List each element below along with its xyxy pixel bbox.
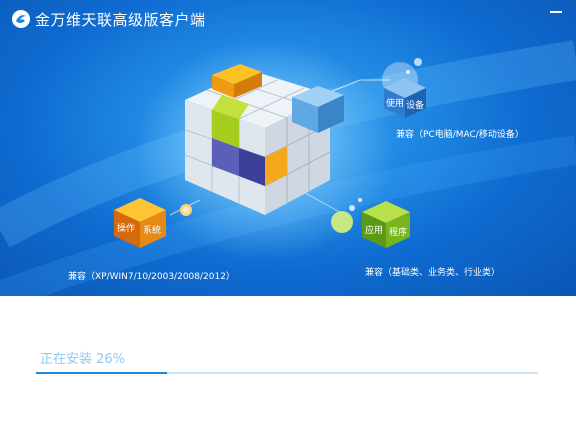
- install-progress-fill: [36, 372, 167, 374]
- app-logo-icon: [12, 10, 30, 28]
- banner: 使用 设备 操作 系统 应用 程序 兼容（PC电脑/MAC/移动设备） 兼容（X…: [0, 0, 576, 296]
- application-cube-label-app: 应用: [365, 224, 383, 236]
- device-cube-label-device: 设备: [406, 99, 424, 111]
- device-cube-label-use: 使用: [386, 97, 404, 109]
- system-compat-caption: 兼容（XP/WIN7/10/2003/2008/2012）: [68, 272, 235, 282]
- system-cube-label-op: 操作: [117, 222, 135, 234]
- installer-window: 使用 设备 操作 系统 应用 程序 兼容（PC电脑/MAC/移动设备） 兼容（X…: [0, 0, 576, 433]
- device-cube-graphic: 使用 设备: [382, 58, 426, 118]
- device-compat-caption: 兼容（PC电脑/MAC/移动设备）: [396, 130, 524, 140]
- window-title: 金万维天联高级版客户端: [35, 11, 206, 29]
- install-status-text: 正在安装 26%: [40, 352, 126, 367]
- application-cube-label-prog: 程序: [389, 226, 407, 238]
- system-cube-label-sys: 系统: [143, 224, 161, 236]
- application-compat-caption: 兼容（基础类、业务类、行业类）: [365, 268, 501, 278]
- install-progress-bar: [36, 372, 538, 374]
- title-bar[interactable]: 金万维天联高级版客户端: [0, 0, 576, 36]
- banner-artwork: 使用 设备 操作 系统 应用 程序: [0, 40, 576, 296]
- minimize-button[interactable]: [546, 4, 566, 20]
